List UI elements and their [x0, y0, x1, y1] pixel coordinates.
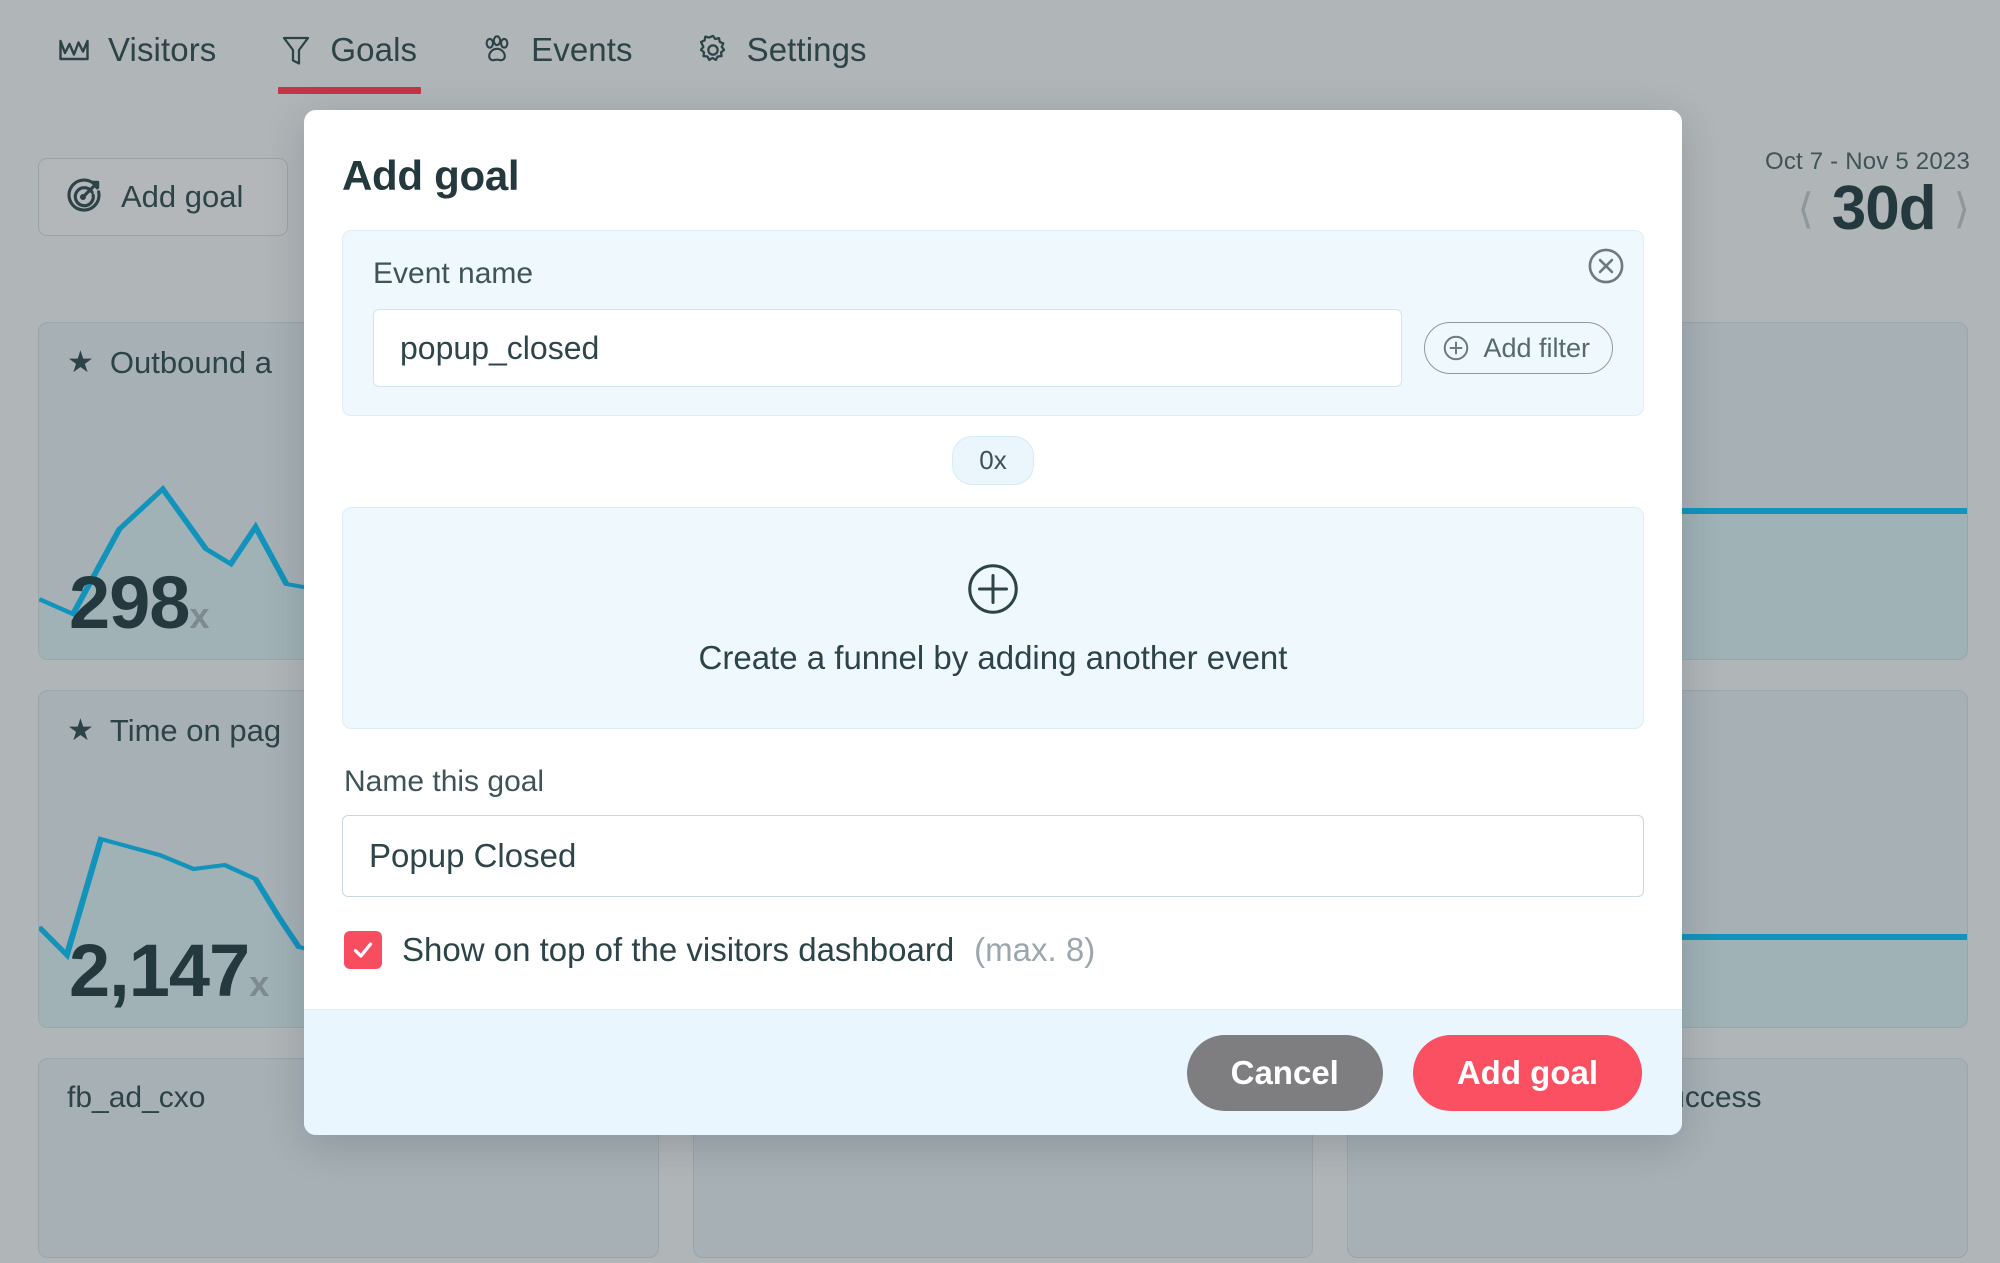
- add-goal-submit-button[interactable]: Add goal: [1412, 1034, 1642, 1111]
- show-on-dashboard-hint: (max. 8): [974, 931, 1096, 968]
- modal-overlay: Add goal Event name popup_closed Add fil…: [0, 0, 2000, 1263]
- add-filter-button[interactable]: Add filter: [1424, 322, 1613, 374]
- event-count-badge: 0x: [952, 436, 1034, 485]
- show-on-dashboard-label: Show on top of the visitors dashboard: [402, 931, 955, 968]
- event-name-input[interactable]: popup_closed: [373, 309, 1403, 387]
- event-row: popup_closed Add filter: [373, 309, 1613, 387]
- modal-footer: Cancel Add goal: [304, 1009, 1682, 1135]
- goal-name-label: Name this goal: [344, 765, 545, 798]
- create-funnel-label: Create a funnel by adding another event: [698, 639, 1288, 676]
- show-on-dashboard-row[interactable]: Show on top of the visitors dashboard (m…: [344, 931, 1644, 969]
- plus-circle-icon: [963, 559, 1023, 619]
- event-block: Event name popup_closed Add filter: [342, 230, 1644, 416]
- add-goal-modal: Add goal Event name popup_closed Add fil…: [304, 110, 1682, 1135]
- plus-circle-icon: [1441, 333, 1471, 363]
- goal-name-input[interactable]: Popup Closed: [342, 815, 1644, 897]
- event-name-label: Event name: [373, 257, 534, 290]
- count-pill-wrap: 0x: [342, 416, 1644, 507]
- cancel-button[interactable]: Cancel: [1186, 1034, 1383, 1111]
- modal-title: Add goal: [342, 152, 520, 199]
- check-icon: [353, 942, 373, 958]
- add-filter-label: Add filter: [1483, 332, 1590, 363]
- modal-body: Event name popup_closed Add filter 0x Cr…: [304, 230, 1682, 969]
- show-on-dashboard-checkbox[interactable]: [344, 931, 382, 969]
- create-funnel-block[interactable]: Create a funnel by adding another event: [342, 507, 1644, 729]
- close-circle-icon[interactable]: [1585, 245, 1627, 287]
